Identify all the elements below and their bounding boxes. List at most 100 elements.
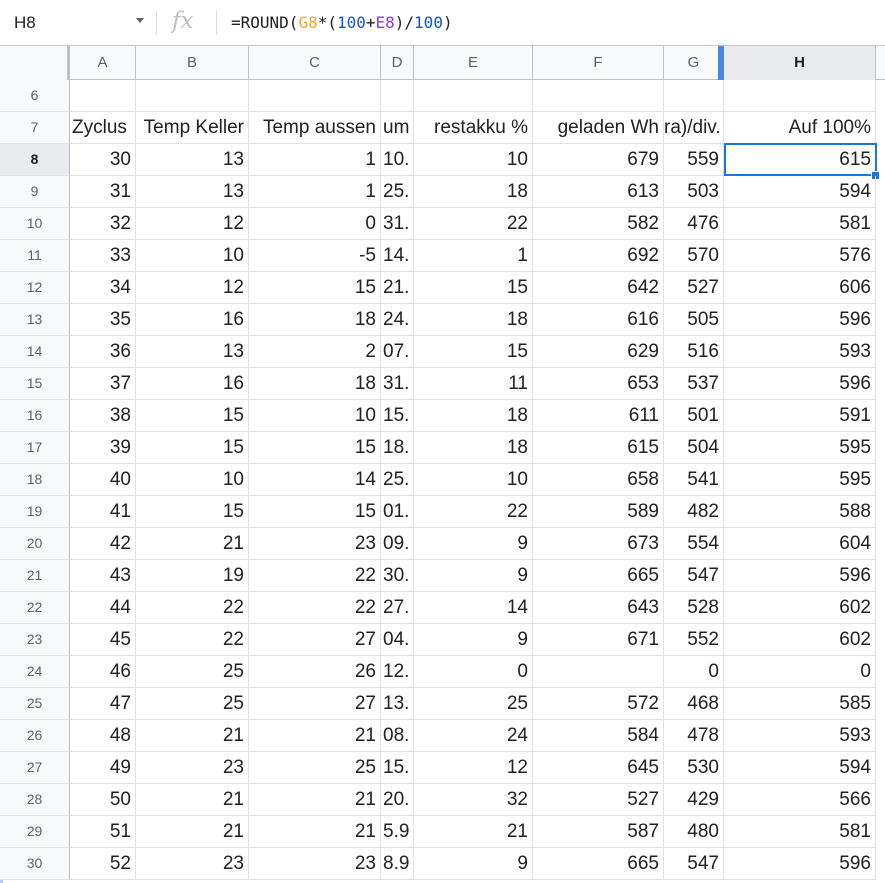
cell-f7[interactable]: geladen Wh xyxy=(533,112,664,144)
cell-f10[interactable]: 582 xyxy=(533,208,664,240)
cell-e20[interactable]: 9 xyxy=(414,528,533,560)
cell-f9[interactable]: 613 xyxy=(533,176,664,208)
cell-c15[interactable]: 18 xyxy=(249,368,381,400)
cell-c13[interactable]: 18 xyxy=(249,304,381,336)
cell-c21[interactable]: 22 xyxy=(249,560,381,592)
cell-h13[interactable]: 596 xyxy=(724,304,876,336)
column-header-d[interactable]: D xyxy=(381,46,414,80)
cell-d13[interactable]: 24. xyxy=(381,304,414,336)
cell-c10[interactable]: 0 xyxy=(249,208,381,240)
cell-h26[interactable]: 593 xyxy=(724,720,876,752)
cell-e12[interactable]: 15 xyxy=(414,272,533,304)
cell-e10[interactable]: 22 xyxy=(414,208,533,240)
row-header[interactable]: 24 xyxy=(0,656,70,688)
cell-h29[interactable]: 581 xyxy=(724,816,876,848)
cell-d18[interactable]: 25. xyxy=(381,464,414,496)
cell-a6[interactable] xyxy=(70,80,136,112)
cell-d19[interactable]: 01. xyxy=(381,496,414,528)
cell-f21[interactable]: 665 xyxy=(533,560,664,592)
cell-g19[interactable]: 482 xyxy=(664,496,724,528)
cell-d9[interactable]: 25. xyxy=(381,176,414,208)
cell-b26[interactable]: 21 xyxy=(136,720,249,752)
column-resize-handle[interactable] xyxy=(718,46,724,80)
cell-g24[interactable]: 0 xyxy=(664,656,724,688)
cell-f27[interactable]: 645 xyxy=(533,752,664,784)
cell-a7[interactable]: Zyclus xyxy=(70,112,136,144)
cell-e6[interactable] xyxy=(414,80,533,112)
cell-d22[interactable]: 27. xyxy=(381,592,414,624)
cell-e9[interactable]: 18 xyxy=(414,176,533,208)
row-header[interactable]: 23 xyxy=(0,624,70,656)
cell-b16[interactable]: 15 xyxy=(136,400,249,432)
cell-e29[interactable]: 21 xyxy=(414,816,533,848)
cell-a27[interactable]: 49 xyxy=(70,752,136,784)
cell-e13[interactable]: 18 xyxy=(414,304,533,336)
cell-d20[interactable]: 09. xyxy=(381,528,414,560)
cell-b12[interactable]: 12 xyxy=(136,272,249,304)
cell-g14[interactable]: 516 xyxy=(664,336,724,368)
cell-a9[interactable]: 31 xyxy=(70,176,136,208)
cell-f16[interactable]: 611 xyxy=(533,400,664,432)
cell-a21[interactable]: 43 xyxy=(70,560,136,592)
cell-e25[interactable]: 25 xyxy=(414,688,533,720)
cell-h24[interactable]: 0 xyxy=(724,656,876,688)
cell-e23[interactable]: 9 xyxy=(414,624,533,656)
cell-e27[interactable]: 12 xyxy=(414,752,533,784)
cell-b17[interactable]: 15 xyxy=(136,432,249,464)
cell-h21[interactable]: 596 xyxy=(724,560,876,592)
cell-a10[interactable]: 32 xyxy=(70,208,136,240)
cell-d23[interactable]: 04. xyxy=(381,624,414,656)
cell-g21[interactable]: 547 xyxy=(664,560,724,592)
column-header-e[interactable]: E xyxy=(414,46,533,80)
cell-f30[interactable]: 665 xyxy=(533,848,664,880)
cell-c23[interactable]: 27 xyxy=(249,624,381,656)
cell-a15[interactable]: 37 xyxy=(70,368,136,400)
cell-g23[interactable]: 552 xyxy=(664,624,724,656)
cell-g10[interactable]: 476 xyxy=(664,208,724,240)
cell-a16[interactable]: 38 xyxy=(70,400,136,432)
cell-d25[interactable]: 13. xyxy=(381,688,414,720)
row-header[interactable]: 29 xyxy=(0,816,70,848)
cell-f11[interactable]: 692 xyxy=(533,240,664,272)
cell-c9[interactable]: 1 xyxy=(249,176,381,208)
formula-input[interactable]: =ROUND(G8*(100+E8)/100) xyxy=(231,13,453,32)
cell-f14[interactable]: 629 xyxy=(533,336,664,368)
cell-f23[interactable]: 671 xyxy=(533,624,664,656)
row-header[interactable]: 19 xyxy=(0,496,70,528)
cell-c26[interactable]: 21 xyxy=(249,720,381,752)
cell-a26[interactable]: 48 xyxy=(70,720,136,752)
cell-d15[interactable]: 31. xyxy=(381,368,414,400)
row-header[interactable]: 17 xyxy=(0,432,70,464)
column-header-f[interactable]: F xyxy=(533,46,664,80)
cell-d17[interactable]: 18. xyxy=(381,432,414,464)
cell-c27[interactable]: 25 xyxy=(249,752,381,784)
cell-h9[interactable]: 594 xyxy=(724,176,876,208)
cell-b18[interactable]: 10 xyxy=(136,464,249,496)
cell-e28[interactable]: 32 xyxy=(414,784,533,816)
cell-b11[interactable]: 10 xyxy=(136,240,249,272)
cell-d7[interactable]: um xyxy=(381,112,414,144)
cell-h12[interactable]: 606 xyxy=(724,272,876,304)
cell-d14[interactable]: 07. xyxy=(381,336,414,368)
cell-g28[interactable]: 429 xyxy=(664,784,724,816)
cell-b10[interactable]: 12 xyxy=(136,208,249,240)
cell-d21[interactable]: 30. xyxy=(381,560,414,592)
row-header[interactable]: 6 xyxy=(0,80,70,112)
cell-h8[interactable]: 615 xyxy=(724,144,876,176)
cell-b8[interactable]: 13 xyxy=(136,144,249,176)
cell-g9[interactable]: 503 xyxy=(664,176,724,208)
cell-g15[interactable]: 537 xyxy=(664,368,724,400)
cell-h11[interactable]: 576 xyxy=(724,240,876,272)
cell-b23[interactable]: 22 xyxy=(136,624,249,656)
cell-h28[interactable]: 566 xyxy=(724,784,876,816)
cell-b29[interactable]: 21 xyxy=(136,816,249,848)
column-header-h[interactable]: H xyxy=(724,46,876,80)
cell-c16[interactable]: 10 xyxy=(249,400,381,432)
cell-a24[interactable]: 46 xyxy=(70,656,136,688)
cell-a14[interactable]: 36 xyxy=(70,336,136,368)
cell-a8[interactable]: 30 xyxy=(70,144,136,176)
cell-a13[interactable]: 35 xyxy=(70,304,136,336)
cell-c22[interactable]: 22 xyxy=(249,592,381,624)
cell-g8[interactable]: 559 xyxy=(664,144,724,176)
cell-f13[interactable]: 616 xyxy=(533,304,664,336)
